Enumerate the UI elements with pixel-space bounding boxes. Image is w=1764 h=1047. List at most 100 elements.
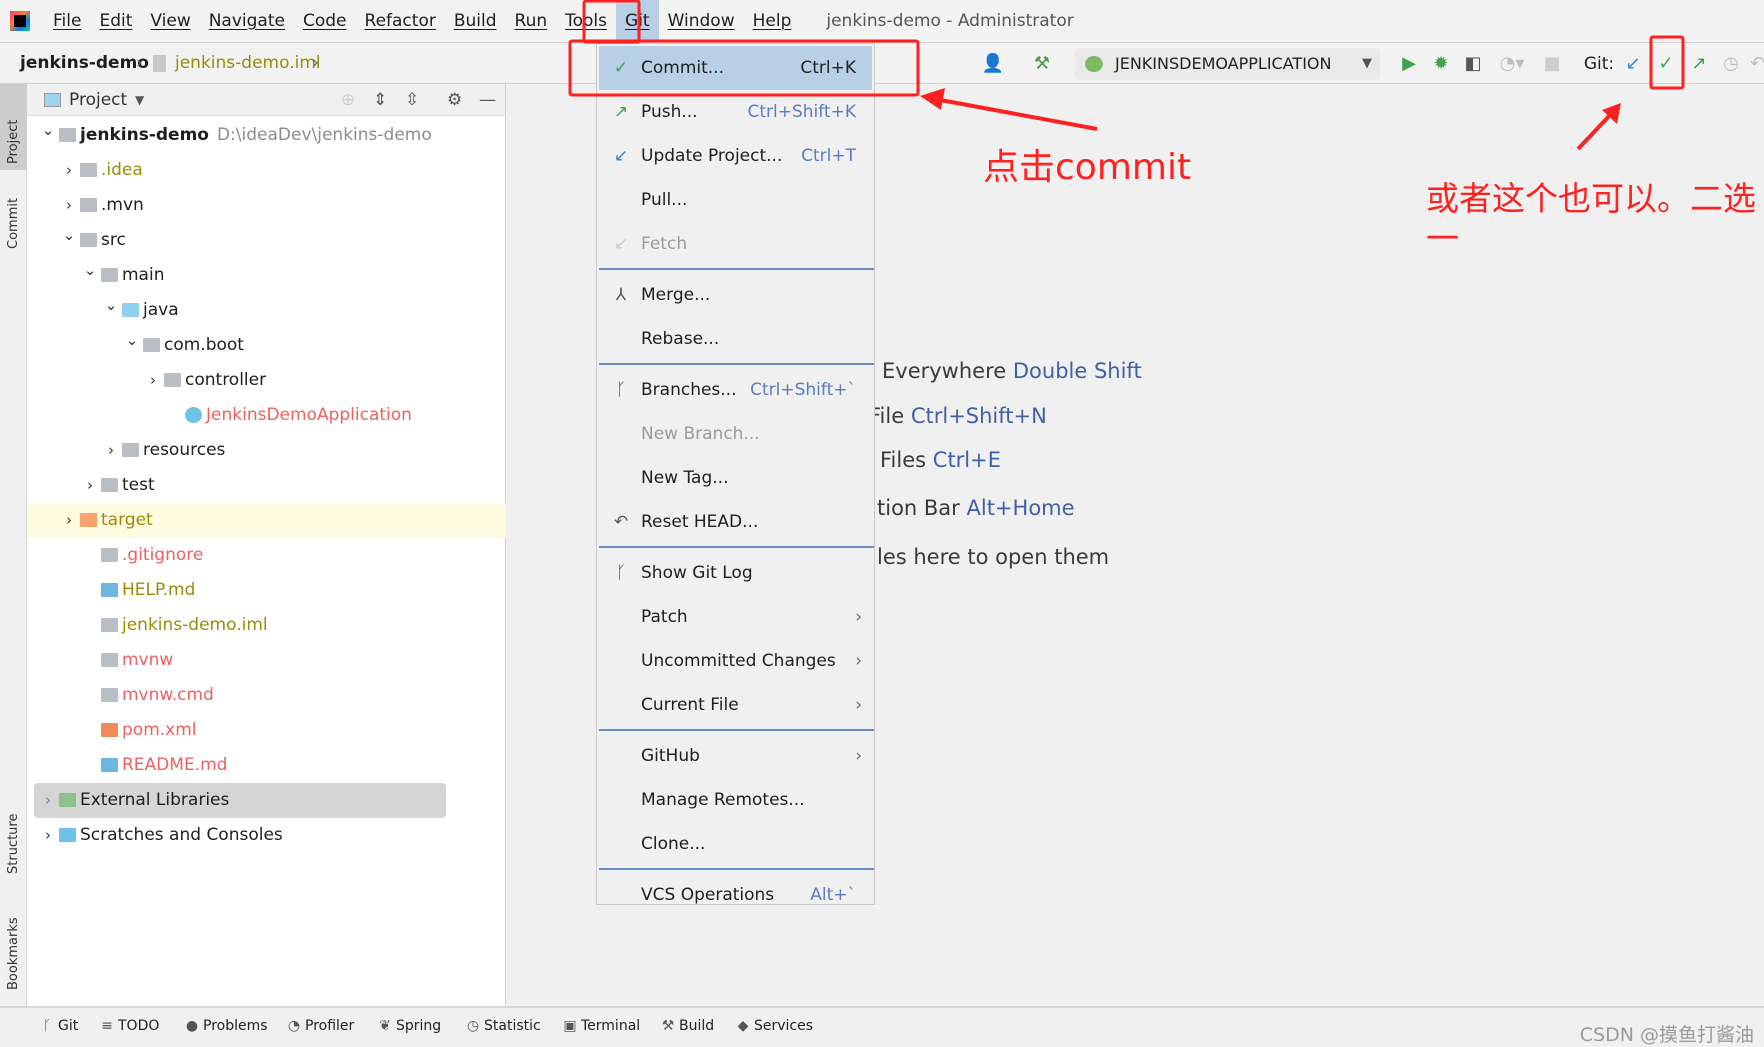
chevron-right-icon[interactable]: › <box>104 433 118 468</box>
debug-icon[interactable]: ✹ <box>1430 51 1452 77</box>
tab-commit[interactable]: Commit <box>0 180 27 255</box>
project-view-selector[interactable]: Project <box>69 84 127 116</box>
tree-item[interactable]: jenkins-demo.iml <box>27 608 506 643</box>
tool-window-terminal[interactable]: ▣ Terminal <box>563 1016 640 1036</box>
git-menu-item-vcs-operations[interactable]: VCS Operations Alt+` <box>597 873 874 917</box>
menu-edit[interactable]: Edit <box>90 0 141 43</box>
expand-all-icon[interactable]: ⇕ <box>373 84 387 116</box>
tree-item[interactable]: ⌄ main <box>27 258 506 293</box>
git-menu-item-rebase[interactable]: Rebase... <box>597 317 874 361</box>
git-menu-item-commit[interactable]: ✓ Commit... Ctrl+K <box>599 46 872 90</box>
chevron-down-icon[interactable]: ⌄ <box>41 113 55 148</box>
git-push-icon[interactable]: ↗ <box>1688 51 1710 77</box>
stop-icon[interactable]: ■ <box>1542 51 1562 77</box>
menu-file[interactable]: File <box>44 0 90 43</box>
menu-build[interactable]: Build <box>445 0 506 43</box>
chevron-down-icon[interactable]: ⌄ <box>125 323 139 358</box>
tree-item[interactable]: .gitignore <box>27 538 506 573</box>
git-menu-item-github[interactable]: GitHub › <box>597 734 874 778</box>
git-menu-item-uncommitted-changes[interactable]: Uncommitted Changes › <box>597 639 874 683</box>
run-icon[interactable]: ▶ <box>1398 51 1420 77</box>
tool-window-profiler[interactable]: ◔ Profiler <box>287 1016 354 1036</box>
chevron-right-icon[interactable]: › <box>41 818 55 853</box>
chevron-down-icon[interactable]: ⌄ <box>62 218 76 253</box>
history-icon[interactable]: ◷ <box>1720 51 1742 77</box>
tab-project[interactable]: Project <box>0 84 27 170</box>
chevron-down-icon[interactable]: ▼ <box>135 84 144 116</box>
git-menu-item-pull[interactable]: Pull... <box>597 178 874 222</box>
build-hammer-icon[interactable]: ⚒ <box>1030 51 1054 77</box>
tree-item[interactable]: mvnw <box>27 643 506 678</box>
menu-refactor[interactable]: Refactor <box>356 0 445 43</box>
tool-window-spring[interactable]: ❦ Spring <box>378 1016 441 1036</box>
git-menu-item-current-file[interactable]: Current File › <box>597 683 874 727</box>
tree-item[interactable]: mvnw.cmd <box>27 678 506 713</box>
chevron-right-icon[interactable]: › <box>83 468 97 503</box>
git-menu-item-new-branch[interactable]: New Branch... <box>597 412 874 456</box>
chevron-right-icon[interactable]: › <box>62 503 76 538</box>
breadcrumb-file[interactable]: jenkins-demo.iml <box>175 43 321 84</box>
menu-navigate[interactable]: Navigate <box>200 0 294 43</box>
tree-item[interactable]: ⌄ jenkins-demo D:\ideaDev\jenkins-demo <box>27 118 506 153</box>
tree-item[interactable]: › target <box>27 503 506 538</box>
tree-item[interactable]: ⌄ src <box>27 223 506 258</box>
git-menu-item-new-tag[interactable]: New Tag... <box>597 456 874 500</box>
menu-code[interactable]: Code <box>294 0 356 43</box>
tool-window-services[interactable]: ◆ Services <box>736 1016 813 1036</box>
tool-window-build[interactable]: ⚒ Build <box>661 1016 714 1036</box>
tree-item[interactable]: pom.xml <box>27 713 506 748</box>
tool-window-todo[interactable]: ≡ TODO <box>100 1016 159 1036</box>
tree-item[interactable]: › controller <box>27 363 506 398</box>
git-menu-item-fetch[interactable]: ↙ Fetch <box>597 222 874 266</box>
breadcrumb-project[interactable]: jenkins-demo <box>20 43 149 84</box>
git-commit-check-icon[interactable]: ✓ <box>1655 51 1677 77</box>
tree-item[interactable]: › Scratches and Consoles <box>27 818 506 853</box>
git-menu-item-reset-head[interactable]: ↶ Reset HEAD... <box>597 500 874 544</box>
git-menu-item-patch[interactable]: Patch › <box>597 595 874 639</box>
tree-item[interactable]: › .idea <box>27 153 506 188</box>
menu-tools[interactable]: Tools <box>556 0 616 43</box>
git-menu-item-merge[interactable]: ⅄ Merge... <box>597 273 874 317</box>
tree-item[interactable]: › resources <box>27 433 506 468</box>
coverage-icon[interactable]: ◧ <box>1462 51 1484 77</box>
minimize-icon[interactable]: — <box>479 84 496 116</box>
gear-icon[interactable]: ⚙ <box>447 84 462 116</box>
git-menu-item-branches[interactable]: ᚴ Branches... Ctrl+Shift+` <box>597 368 874 412</box>
tab-structure[interactable]: Structure <box>0 790 27 880</box>
tree-item[interactable]: › External Libraries <box>34 783 446 818</box>
git-menu-item-update-project[interactable]: ↙ Update Project... Ctrl+T <box>597 134 874 178</box>
chevron-down-icon[interactable]: ⌄ <box>83 253 97 288</box>
chevron-right-icon[interactable]: › <box>41 783 55 818</box>
rollback-icon[interactable]: ↶ <box>1750 51 1764 77</box>
menu-git[interactable]: Git <box>616 0 659 43</box>
tab-bookmarks[interactable]: Bookmarks <box>0 896 27 996</box>
tree-item[interactable]: ⌄ com.boot <box>27 328 506 363</box>
menu-help[interactable]: Help <box>744 0 801 43</box>
menu-run[interactable]: Run <box>506 0 557 43</box>
git-menu-item-clone[interactable]: Clone... <box>597 822 874 866</box>
tree-item[interactable]: README.md <box>27 748 506 783</box>
chevron-down-icon[interactable]: ⌄ <box>104 288 118 323</box>
chevron-right-icon[interactable]: › <box>62 153 76 188</box>
tree-item-label: java <box>143 300 179 320</box>
menu-view[interactable]: View <box>141 0 199 43</box>
tool-window-git[interactable]: ᚴ Git <box>40 1016 78 1036</box>
tree-item[interactable]: › .mvn <box>27 188 506 223</box>
tree-item[interactable]: JenkinsDemoApplication <box>27 398 506 433</box>
tree-item[interactable]: ⌄ java <box>27 293 506 328</box>
locate-icon[interactable]: ⊕ <box>341 84 355 116</box>
git-update-icon[interactable]: ↙ <box>1622 51 1644 77</box>
collapse-all-icon[interactable]: ⇳ <box>405 84 419 116</box>
run-config-selector[interactable]: JENKINSDEMOAPPLICATION ▼ <box>1075 48 1380 80</box>
menu-window[interactable]: Window <box>659 0 744 43</box>
tree-item[interactable]: › test <box>27 468 506 503</box>
tool-window-problems[interactable]: ● Problems <box>185 1016 268 1036</box>
tool-window-statistic[interactable]: ◷ Statistic <box>466 1016 541 1036</box>
git-menu-item-push[interactable]: ↗ Push... Ctrl+Shift+K <box>597 90 874 134</box>
git-menu-item-show-git-log[interactable]: ᚴ Show Git Log <box>597 551 874 595</box>
tree-item[interactable]: HELP.md <box>27 573 506 608</box>
profile-icon[interactable]: ◔▾ <box>1494 51 1530 77</box>
chevron-right-icon[interactable]: › <box>146 363 160 398</box>
user-icon[interactable]: 👤▾ <box>978 51 1008 100</box>
git-menu-item-manage-remotes[interactable]: Manage Remotes... <box>597 778 874 822</box>
